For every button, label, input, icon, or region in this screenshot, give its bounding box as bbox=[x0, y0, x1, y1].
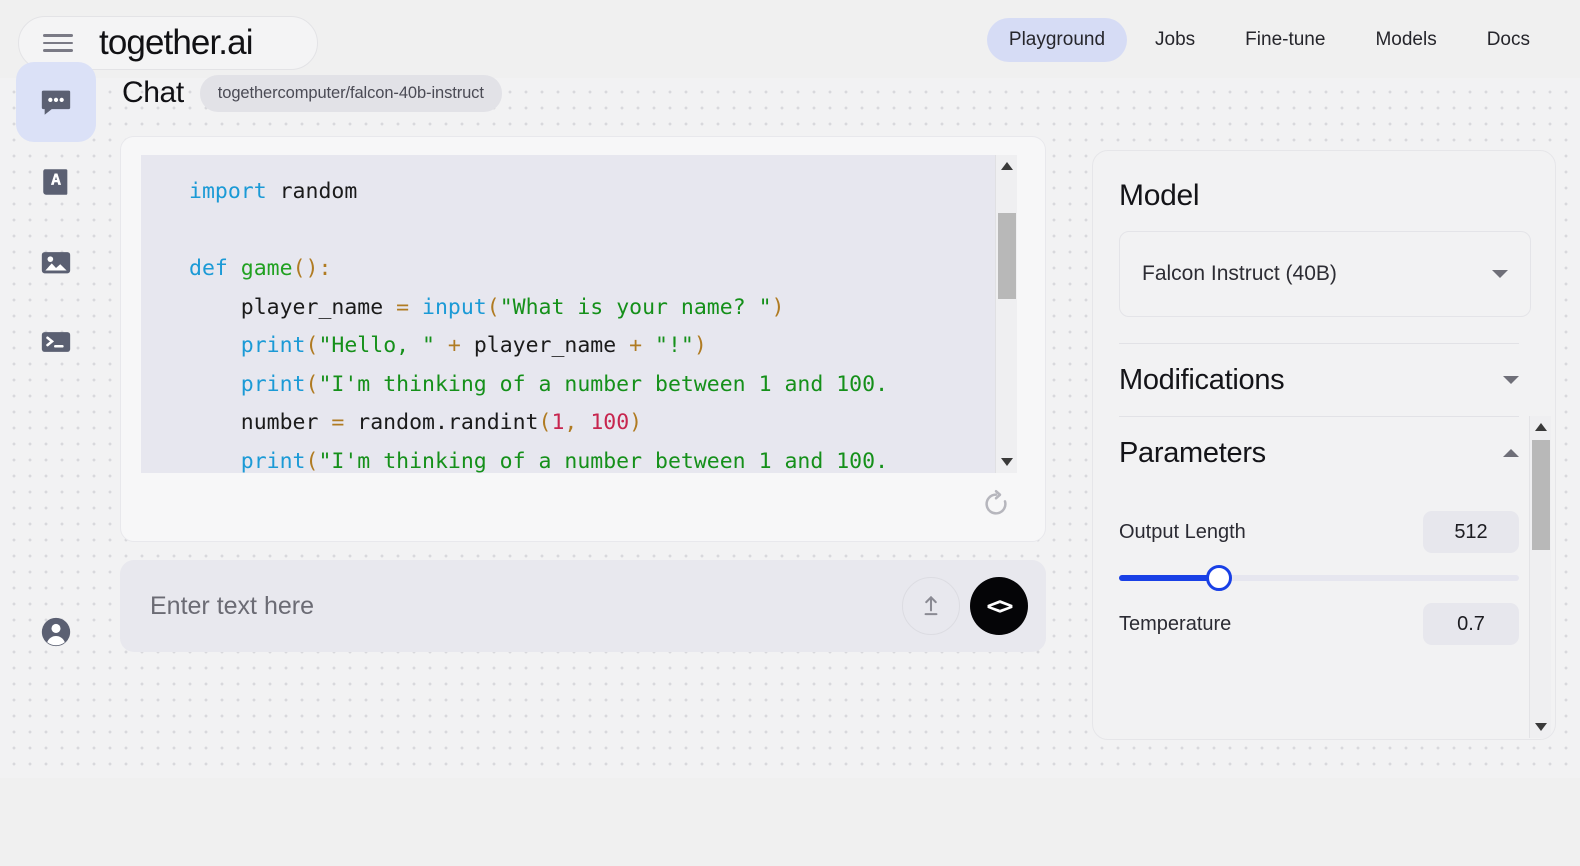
nav-item-jobs[interactable]: Jobs bbox=[1133, 18, 1217, 62]
param-output-length-value[interactable]: 512 bbox=[1423, 511, 1519, 553]
model-badge: togethercomputer/falcon-40b-instruct bbox=[199, 74, 502, 112]
model-heading: Model bbox=[1119, 179, 1200, 212]
top-navigation: Playground Jobs Fine-tune Models Docs bbox=[986, 18, 1552, 62]
code-line: number = random.randint(1, 100) bbox=[189, 410, 643, 435]
model-select[interactable]: Falcon Instruct (40B) bbox=[1119, 231, 1531, 317]
code-scroll-up-icon[interactable] bbox=[996, 155, 1018, 177]
settings-scroll-down-icon[interactable] bbox=[1530, 716, 1552, 738]
chat-header: Chat togethercomputer/falcon-40b-instruc… bbox=[120, 62, 1050, 124]
sidebar-item-image[interactable] bbox=[16, 222, 96, 302]
code-line: def game(): bbox=[189, 256, 332, 281]
chevron-up-icon bbox=[1503, 449, 1519, 457]
code-scrollbar[interactable] bbox=[995, 155, 1017, 473]
chat-column: Chat togethercomputer/falcon-40b-instruc… bbox=[120, 62, 1050, 652]
param-output-length: Output Length 512 bbox=[1119, 511, 1519, 553]
response-card: import random def game(): player_name = … bbox=[120, 136, 1046, 542]
code-line: print("Hello, " + player_name + "!") bbox=[240, 333, 707, 358]
section-parameters[interactable]: Parameters bbox=[1119, 417, 1519, 489]
nav-item-playground[interactable]: Playground bbox=[986, 18, 1128, 62]
page-title: Chat bbox=[122, 76, 184, 109]
model-select-value: Falcon Instruct (40B) bbox=[1142, 262, 1337, 285]
send-code-button[interactable]: <> bbox=[970, 577, 1028, 635]
param-output-length-label: Output Length bbox=[1119, 520, 1246, 543]
code-line: print("I'm thinking of a number between … bbox=[240, 371, 889, 397]
settings-panel: Model Falcon Instruct (40B) Modification… bbox=[1092, 150, 1556, 740]
param-output-length-slider[interactable] bbox=[1119, 565, 1519, 591]
nav-item-docs[interactable]: Docs bbox=[1465, 18, 1552, 62]
code-scroll-thumb[interactable] bbox=[998, 213, 1016, 299]
code-brackets-icon: <> bbox=[986, 592, 1014, 620]
slider-fill bbox=[1119, 575, 1219, 581]
param-temperature-label: Temperature bbox=[1119, 612, 1232, 635]
nav-item-fine-tune[interactable]: Fine-tune bbox=[1223, 18, 1347, 62]
book-language-icon bbox=[43, 169, 68, 195]
sidebar-item-terminal[interactable] bbox=[16, 302, 96, 382]
code-scroll-down-icon[interactable] bbox=[996, 451, 1018, 473]
upload-button[interactable] bbox=[902, 577, 960, 635]
terminal-icon bbox=[41, 332, 71, 352]
section-parameters-label: Parameters bbox=[1119, 436, 1266, 469]
settings-scrollbar[interactable] bbox=[1529, 416, 1551, 738]
code-text: import random def game(): player_name = … bbox=[189, 173, 982, 473]
user-avatar-icon bbox=[41, 617, 71, 647]
sidebar-item-account[interactable] bbox=[16, 592, 96, 672]
code-line: print("I'm thinking of a number between … bbox=[240, 448, 889, 474]
settings-scroll-up-icon[interactable] bbox=[1530, 416, 1552, 438]
hamburger-menu-icon[interactable] bbox=[43, 34, 73, 52]
chevron-down-icon bbox=[1503, 376, 1519, 384]
section-modifications-label: Modifications bbox=[1119, 363, 1285, 396]
refresh-icon[interactable] bbox=[981, 489, 1011, 519]
sidebar-item-chat[interactable] bbox=[16, 62, 96, 142]
section-modifications[interactable]: Modifications bbox=[1119, 344, 1519, 416]
brand-logo-text: together.ai bbox=[99, 23, 253, 62]
param-temperature: Temperature 0.7 bbox=[1119, 603, 1519, 645]
chat-bubble-icon bbox=[41, 90, 71, 115]
code-line: player_name = input("What is your name? … bbox=[189, 294, 785, 320]
param-temperature-value[interactable]: 0.7 bbox=[1423, 603, 1519, 645]
code-output-block[interactable]: import random def game(): player_name = … bbox=[141, 155, 996, 473]
nav-item-models[interactable]: Models bbox=[1353, 18, 1458, 62]
settings-scroll-thumb[interactable] bbox=[1532, 440, 1550, 550]
prompt-bar: <> bbox=[120, 560, 1046, 652]
prompt-input[interactable] bbox=[150, 591, 902, 621]
upload-arrow-icon bbox=[924, 596, 938, 616]
slider-thumb[interactable] bbox=[1206, 565, 1232, 591]
image-icon bbox=[41, 252, 71, 274]
sidebar-item-language[interactable] bbox=[16, 142, 96, 222]
chevron-down-icon bbox=[1492, 270, 1508, 278]
code-line: import random bbox=[189, 179, 358, 204]
sidebar-icon-rail bbox=[16, 62, 96, 682]
